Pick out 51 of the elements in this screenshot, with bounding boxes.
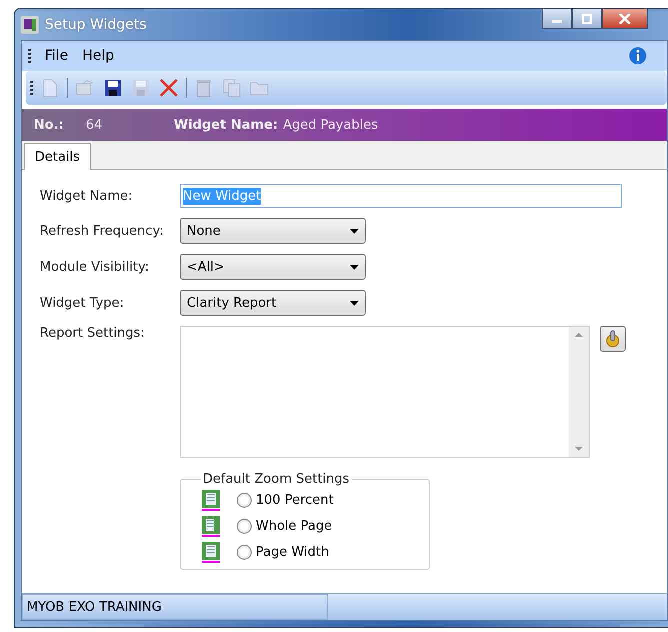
radio-label: Page Width	[256, 544, 330, 560]
close-button[interactable]	[602, 9, 648, 29]
copy-icon	[222, 78, 242, 98]
radio-button[interactable]	[237, 492, 252, 508]
minimize-button[interactable]	[542, 9, 572, 29]
dropdown[interactable]: Clarity Report	[180, 290, 366, 316]
minimize-icon	[552, 20, 562, 23]
menu-item[interactable]: Help	[82, 48, 114, 64]
dropdown-arrow-icon	[350, 300, 359, 306]
close-icon	[619, 14, 631, 24]
delete-icon	[159, 78, 179, 98]
group-title: Default Zoom Settings	[202, 472, 351, 487]
save-icon	[104, 79, 122, 97]
dropdown[interactable]: None	[180, 218, 366, 244]
zoom-page-icon	[201, 541, 221, 563]
report-settings-field[interactable]	[180, 326, 590, 458]
dropdown-arrow-icon	[350, 264, 359, 270]
info-icon[interactable]	[629, 47, 647, 65]
window-title: Setup Widgets	[45, 16, 147, 32]
tab[interactable]: Details	[24, 143, 92, 170]
zoom-page-icon	[201, 489, 221, 511]
scroll-down-icon[interactable]	[575, 447, 583, 451]
radio-button[interactable]	[237, 544, 252, 560]
number-label: No.:	[34, 118, 65, 132]
app-icon	[21, 16, 39, 34]
maximize-button[interactable]	[572, 9, 602, 29]
toolbar-button[interactable]	[102, 77, 124, 99]
dropdown-arrow-icon	[350, 228, 359, 234]
field-label: Report Settings:	[40, 326, 146, 341]
field-label: Widget Type:	[40, 296, 126, 310]
status-text: MYOB EXO TRAINING	[22, 594, 328, 620]
scroll-up-icon[interactable]	[575, 333, 583, 337]
radio-label: Whole Page	[256, 518, 332, 534]
trash-icon	[195, 78, 213, 98]
maximize-icon	[582, 14, 592, 24]
widget-name-label: Widget Name:	[174, 118, 278, 132]
zoom-page-icon	[201, 515, 221, 537]
widget-name-value: Aged Payables	[283, 118, 378, 132]
new-document-icon	[41, 78, 59, 98]
radio-label: 100 Percent	[256, 492, 334, 508]
field-label: Module Visibility:	[40, 260, 150, 274]
field-label: Widget Name:	[40, 188, 134, 204]
save-icon	[132, 79, 150, 97]
menu-item[interactable]: File	[45, 48, 68, 64]
dropdown[interactable]: <All>	[180, 254, 366, 280]
radio-button[interactable]	[237, 518, 252, 534]
document-icon	[75, 79, 95, 97]
field-label: Refresh Frequency:	[40, 224, 165, 238]
wizard-button[interactable]	[600, 326, 626, 352]
number-value: 64	[86, 118, 104, 132]
joystick-icon	[604, 330, 622, 348]
